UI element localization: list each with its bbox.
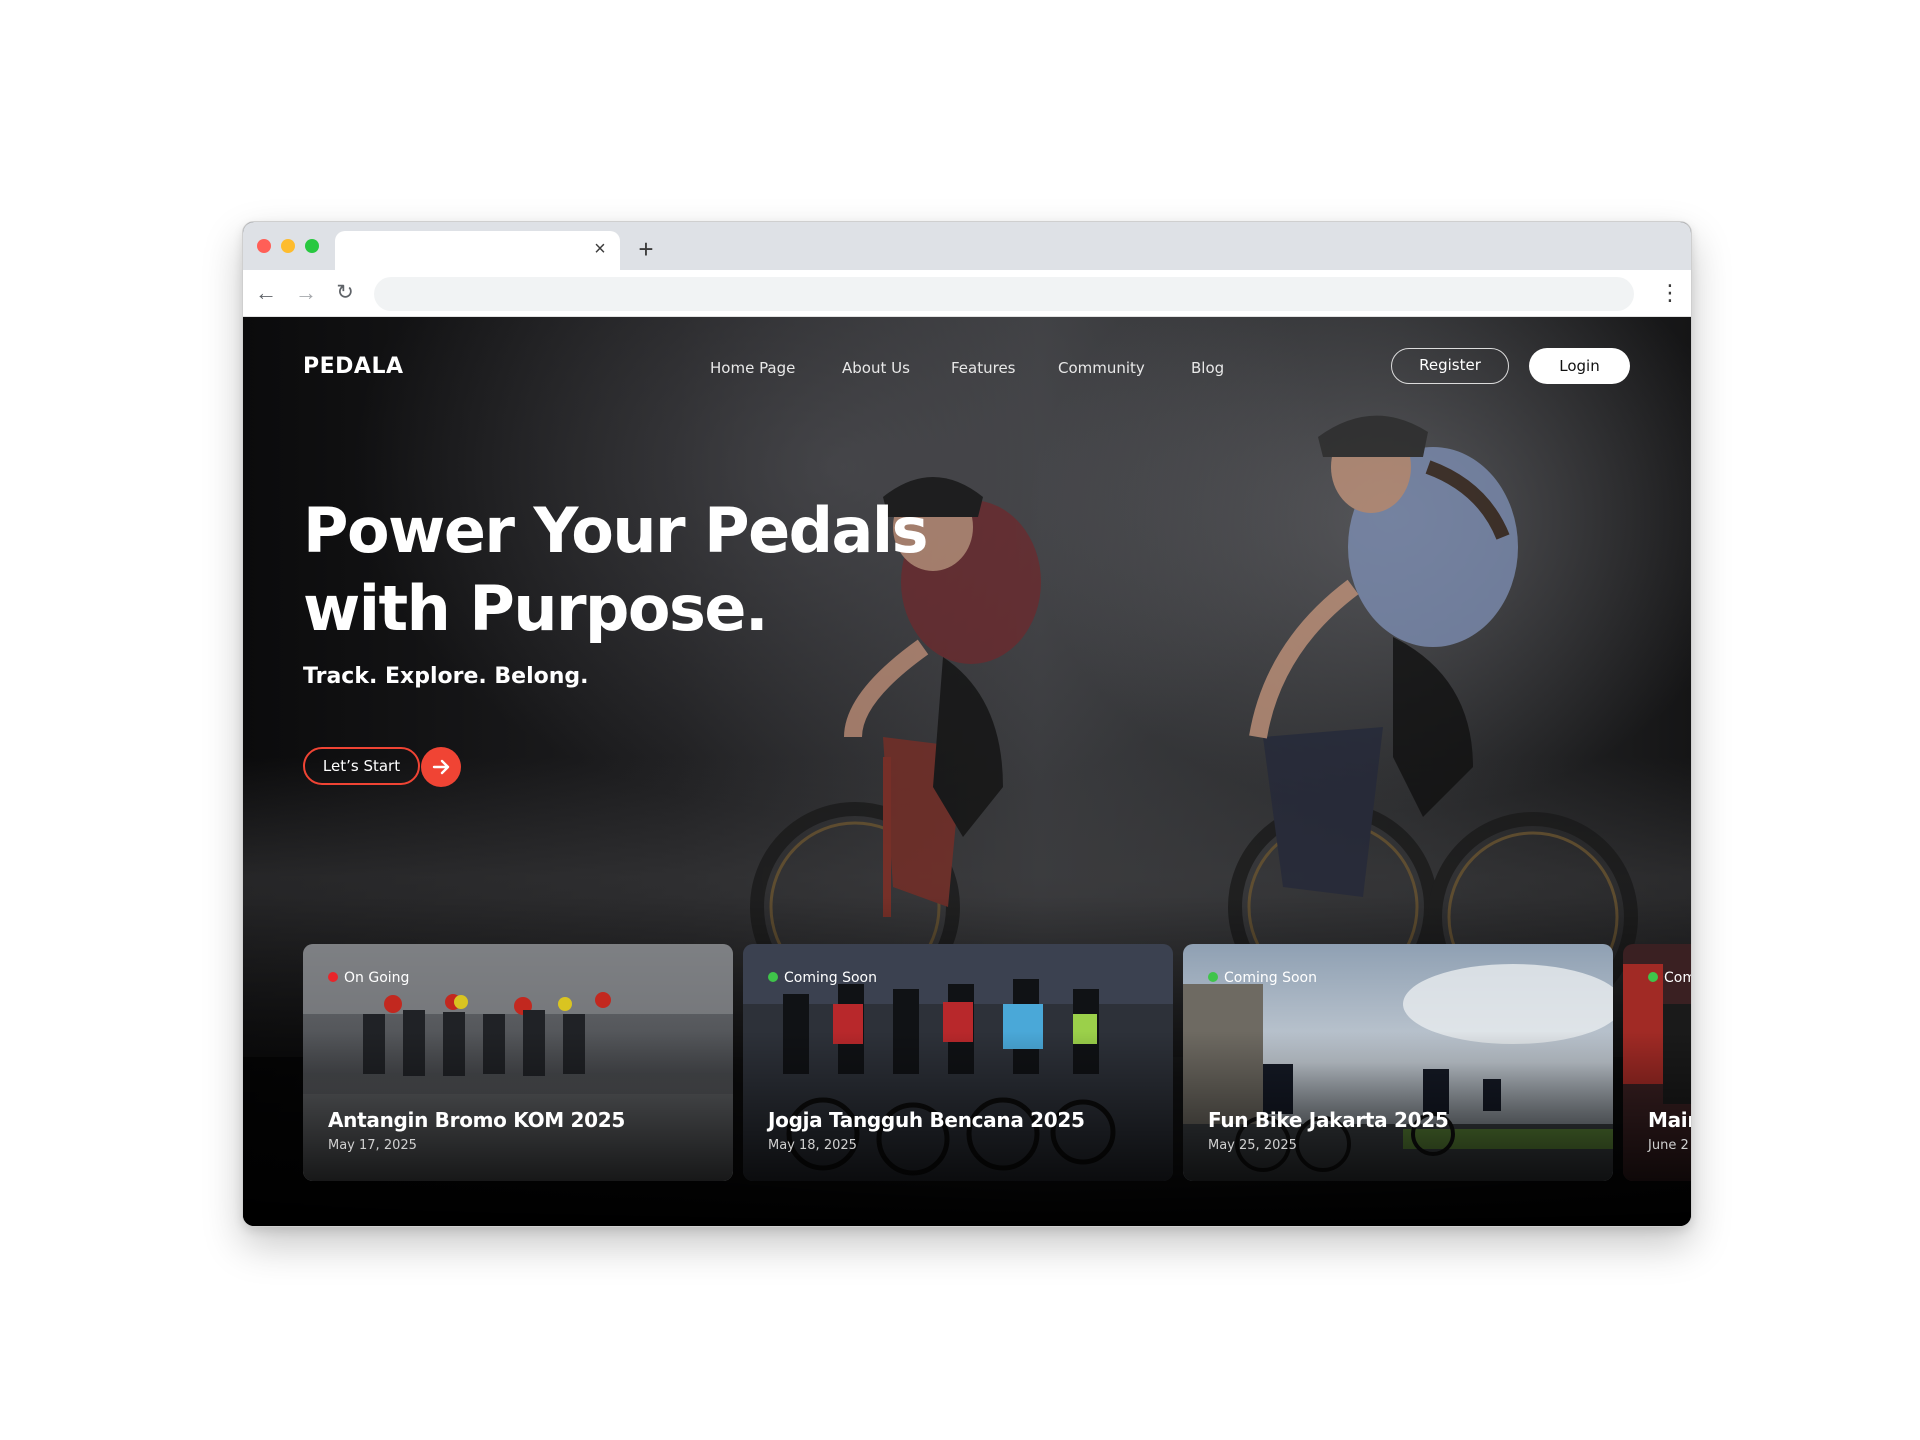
card-shade <box>743 1031 1173 1181</box>
browser-window: × + ← → ↻ ⋮ PEDALA Home Page About Us Fe… <box>242 221 1692 1227</box>
event-card[interactable]: On Going Antangin Bromo KOM 2025 May 17,… <box>303 944 733 1181</box>
event-card[interactable]: Coming Soon Main June 2 <box>1623 944 1691 1181</box>
nav-home-page[interactable]: Home Page <box>710 359 795 377</box>
address-bar[interactable] <box>374 277 1634 311</box>
event-status-label: Coming Soon <box>1224 970 1317 986</box>
nav-blog[interactable]: Blog <box>1191 359 1224 377</box>
hero-title-line-1: Power Your Pedals <box>303 494 929 567</box>
event-date: May 25, 2025 <box>1208 1138 1297 1153</box>
window-maximize-dot[interactable] <box>305 239 319 253</box>
new-tab-icon[interactable]: + <box>631 234 661 264</box>
window-close-dot[interactable] <box>257 239 271 253</box>
event-date: June 2 <box>1648 1138 1689 1153</box>
card-shade <box>303 1031 733 1181</box>
browser-menu-icon[interactable]: ⋮ <box>1659 280 1681 306</box>
window-minimize-dot[interactable] <box>281 239 295 253</box>
event-status: Coming Soon <box>1208 970 1317 986</box>
event-date: May 17, 2025 <box>328 1138 417 1153</box>
lets-start-button[interactable]: Let’s Start <box>303 747 420 785</box>
event-date: May 18, 2025 <box>768 1138 857 1153</box>
hero-subtitle: Track. Explore. Belong. <box>303 664 589 689</box>
login-button[interactable]: Login <box>1529 348 1630 384</box>
card-shade <box>1183 1031 1613 1181</box>
browser-tab[interactable]: × <box>335 231 620 270</box>
event-cards: On Going Antangin Bromo KOM 2025 May 17,… <box>303 944 1691 1184</box>
card-shade <box>1623 1031 1691 1181</box>
address-row: ← → ↻ ⋮ <box>243 270 1691 317</box>
event-status-label: Coming Soon <box>1664 970 1691 986</box>
lets-start-arrow-button[interactable] <box>421 747 461 787</box>
hero-page: PEDALA Home Page About Us Features Commu… <box>243 317 1691 1226</box>
site-logo[interactable]: PEDALA <box>303 354 404 379</box>
event-card[interactable]: Coming Soon Jogja Tangguh Bencana 2025 M… <box>743 944 1173 1181</box>
event-title: Antangin Bromo KOM 2025 <box>328 1108 626 1132</box>
nav-about-us[interactable]: About Us <box>842 359 910 377</box>
status-dot-green <box>1208 972 1218 982</box>
nav-features[interactable]: Features <box>951 359 1016 377</box>
event-status-label: Coming Soon <box>784 970 877 986</box>
event-card[interactable]: Coming Soon Fun Bike Jakarta 2025 May 25… <box>1183 944 1613 1181</box>
back-arrow-icon[interactable]: ← <box>253 280 279 306</box>
event-status: Coming Soon <box>1648 970 1691 986</box>
status-dot-green <box>1648 972 1658 982</box>
hero-title-line-2: with Purpose. <box>303 572 769 645</box>
forward-arrow-icon[interactable]: → <box>293 280 319 306</box>
event-status: On Going <box>328 970 409 986</box>
event-status-label: On Going <box>344 970 410 986</box>
reload-icon[interactable]: ↻ <box>332 280 358 306</box>
event-status: Coming Soon <box>768 970 877 986</box>
register-button[interactable]: Register <box>1391 348 1509 384</box>
tab-strip: × + <box>243 222 1691 270</box>
arrow-right-icon <box>432 759 450 775</box>
event-title: Jogja Tangguh Bencana 2025 <box>768 1108 1085 1132</box>
status-dot-green <box>768 972 778 982</box>
event-title: Main <box>1648 1108 1691 1132</box>
hero-title: Power Your Pedals with Purpose. <box>303 492 1003 648</box>
tab-close-icon[interactable]: × <box>590 239 610 259</box>
event-title: Fun Bike Jakarta 2025 <box>1208 1108 1449 1132</box>
nav-community[interactable]: Community <box>1058 359 1145 377</box>
status-dot-red <box>328 972 338 982</box>
